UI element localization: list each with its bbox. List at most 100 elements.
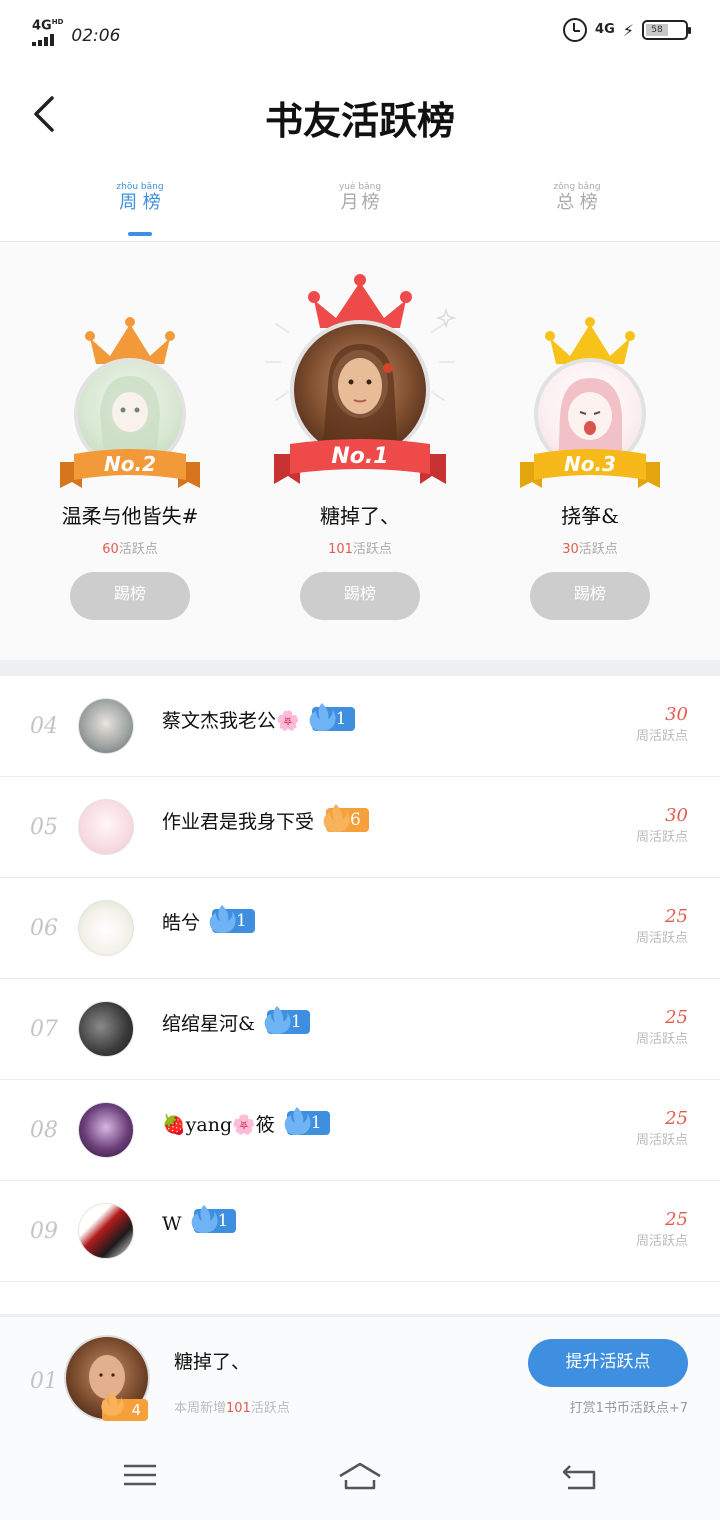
my-rank-bar: 01 4 糖掉了、 本周新增101活跃点 提升活跃点 打赏1书币活跃点+7	[0, 1314, 720, 1434]
podium-place-label: No.3	[564, 452, 616, 476]
signal-icon: 4GHD	[32, 16, 64, 47]
podium-points: 60活跃点	[30, 538, 230, 557]
charging-icon: ⚡	[622, 20, 634, 40]
score-label: 周活跃点	[635, 1032, 688, 1047]
my-weekly-suffix: 活跃点	[250, 1401, 290, 1416]
user-name: 作业君是我身下受 6	[162, 804, 369, 834]
rank-number: 09	[30, 1219, 58, 1244]
avatar	[78, 1102, 134, 1158]
kick-rank-button[interactable]: 踢榜	[530, 572, 650, 620]
flame-icon	[323, 804, 350, 832]
user-name-text: W	[162, 1213, 182, 1235]
kick-rank-button[interactable]: 踢榜	[70, 572, 190, 620]
podium-points-label: 活跃点	[118, 542, 158, 557]
tab-weekly[interactable]: 周榜zhōu bǎng	[80, 182, 200, 236]
tab-total[interactable]: 总榜zǒng bǎng	[517, 182, 637, 214]
fan-badge: 6	[323, 804, 369, 832]
fan-badge-level: 1	[290, 1012, 302, 1032]
row-score: 25 周活跃点	[636, 1108, 688, 1148]
flame-icon	[284, 1107, 311, 1135]
user-name-text: 皓兮	[162, 912, 201, 934]
rank-number: 04	[30, 714, 58, 739]
score-label: 周活跃点	[635, 1133, 688, 1148]
boost-activity-button[interactable]: 提升活跃点	[528, 1339, 688, 1387]
podium-name: 温柔与他皆失#	[61, 504, 199, 528]
podium-points-value: 30	[562, 542, 579, 557]
podium-card-3[interactable]: No.3 挠筝& 30活跃点 踢榜	[490, 242, 690, 660]
fan-badge-level: 1	[310, 1113, 322, 1133]
avatar	[78, 1001, 134, 1057]
fan-badge-level: 1	[335, 709, 347, 729]
battery-icon: 58	[642, 20, 691, 40]
home-icon[interactable]	[336, 1458, 384, 1492]
fan-badge-level: 1	[217, 1211, 229, 1231]
podium-points-value: 101	[328, 542, 353, 557]
my-name: 糖掉了、	[174, 1351, 251, 1373]
tab-weekly-pinyin: zhōu bǎng	[116, 182, 164, 192]
podium-name: 糖掉了、	[320, 504, 400, 528]
score-value: 30	[665, 805, 688, 826]
podium-card-1[interactable]: No.1 糖掉了、 101活跃点 踢榜	[260, 242, 460, 660]
rank-number: 06	[30, 916, 58, 941]
podium-points: 30活跃点	[490, 538, 690, 557]
flame-icon	[209, 905, 236, 933]
user-name-text: 作业君是我身下受	[162, 811, 315, 833]
my-weekly-points: 本周新增101活跃点	[174, 1397, 290, 1416]
list-item[interactable]: 07 绾绾星河& 1 25 周活跃点	[0, 979, 720, 1080]
avatar	[78, 698, 134, 754]
fan-badge-level: 6	[350, 810, 361, 830]
user-name-text: 蔡文杰我老公🌸	[162, 710, 300, 732]
list-item[interactable]: 08 🍓yang🌸筱 1 25 周活跃点	[0, 1080, 720, 1181]
podium-points-label: 活跃点	[578, 542, 618, 557]
my-rank-number: 01	[30, 1369, 58, 1394]
avatar	[78, 900, 134, 956]
user-name-text: 🍓yang🌸筱	[162, 1114, 275, 1136]
row-score: 30 周活跃点	[636, 704, 688, 744]
tab-monthly-label: 月榜	[338, 192, 382, 213]
flame-icon	[191, 1205, 218, 1233]
score-value: 25	[665, 1007, 688, 1028]
list-item[interactable]: 06 皓兮 1 25 周活跃点	[0, 878, 720, 979]
list-item[interactable]: 09 W 1 25 周活跃点	[0, 1181, 720, 1282]
status-bar: 4GHD 02:06 4G ⚡ 58	[0, 0, 720, 64]
podium-place-label: No.2	[104, 452, 156, 476]
list-item[interactable]: 04 蔡文杰我老公🌸 1 30 周活跃点	[0, 676, 720, 777]
tab-monthly-pinyin: yuè bǎng	[338, 182, 382, 192]
tab-monthly[interactable]: 月榜yuè bǎng	[300, 182, 420, 214]
user-name: 绾绾星河& 1	[162, 1006, 310, 1036]
list-item[interactable]: 05 作业君是我身下受 6 30 周活跃点	[0, 777, 720, 878]
reward-hint: 打赏1书币活跃点+7	[569, 1401, 688, 1416]
alarm-icon	[563, 18, 588, 42]
page-title: 书友活跃榜	[264, 98, 455, 143]
tab-active-indicator	[128, 232, 152, 236]
rank-number: 07	[30, 1017, 58, 1042]
fan-badge: 4	[101, 1391, 148, 1421]
network-label: 4G	[32, 18, 52, 34]
rank-number: 08	[30, 1118, 58, 1143]
network-hd-label: HD	[51, 18, 64, 26]
flame-icon	[264, 1006, 291, 1034]
section-divider	[0, 660, 720, 676]
status-left: 4GHD 02:06	[32, 16, 120, 47]
fan-badge: 1	[264, 1006, 310, 1034]
return-icon[interactable]	[560, 1458, 600, 1492]
tab-bar: 周榜zhōu bǎng 月榜yuè bǎng 总榜zǒng bǎng	[0, 176, 720, 242]
podium-name: 挠筝&	[561, 504, 619, 528]
kick-rank-button[interactable]: 踢榜	[300, 572, 420, 620]
tab-weekly-label: 周榜	[116, 192, 164, 213]
menu-icon[interactable]	[120, 1458, 160, 1492]
row-score: 30 周活跃点	[636, 805, 688, 845]
tab-total-pinyin: zǒng bǎng	[553, 182, 601, 192]
fan-badge-level: 4	[131, 1401, 141, 1419]
row-score: 25 周活跃点	[636, 906, 688, 946]
user-name-text: 绾绾星河&	[162, 1013, 255, 1035]
cell-type-label: 4G	[595, 22, 615, 37]
podium-points-label: 活跃点	[352, 542, 392, 557]
podium-card-2[interactable]: No.2 温柔与他皆失# 60活跃点 踢榜	[30, 242, 230, 660]
tab-total-label: 总榜	[553, 192, 601, 213]
flame-icon	[309, 703, 336, 731]
rank-list: 04 蔡文杰我老公🌸 1 30 周活跃点 05 作业君是我身下受 6 30 周活…	[0, 676, 720, 1282]
battery-level: 58	[646, 24, 669, 36]
my-weekly-prefix: 本周新增	[174, 1401, 227, 1416]
podium: No.2 温柔与他皆失# 60活跃点 踢榜 No.1 糖掉了、 101活跃点 踢…	[0, 242, 720, 660]
